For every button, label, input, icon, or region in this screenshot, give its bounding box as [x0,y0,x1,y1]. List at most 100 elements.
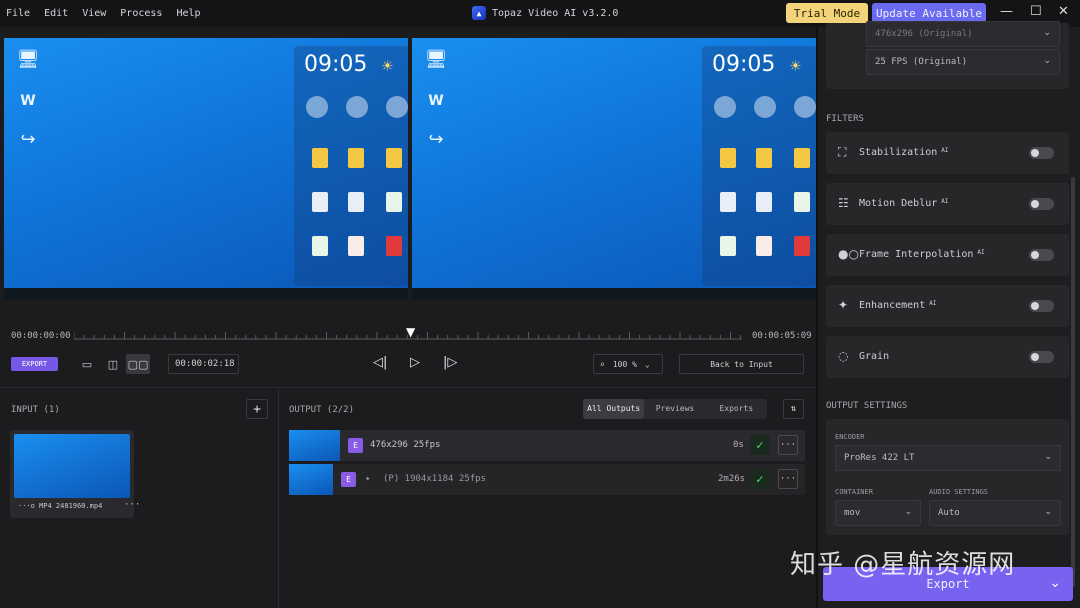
widget-bubble [386,96,408,118]
more-options-icon[interactable]: ··· [124,500,140,510]
menu-edit[interactable]: Edit [44,8,68,19]
ppt-file-icon [348,236,364,256]
menu-bar: File Edit View Process Help [0,8,215,19]
fps-value: 25 FPS (Original) [875,57,968,67]
filters-label: FILTERS [826,114,864,124]
menu-help[interactable]: Help [176,8,200,19]
filter-grain[interactable]: ◌ Grain [826,336,1069,378]
menu-file[interactable]: File [6,8,30,19]
this-pc-icon: 🖥 [424,48,448,70]
audio-dropdown[interactable]: Auto ⌄ [929,500,1061,526]
more-options-icon[interactable]: ··· [778,469,798,489]
folder-icon [348,148,364,168]
enhancement-sparkle-icon: ✦ [838,298,849,312]
widget-bubble [794,96,816,118]
taskbar [4,288,408,300]
trial-mode-button[interactable]: Trial Mode [786,3,868,23]
output-preview[interactable]: 🖥 W ↪ 09:05 ☀ [412,38,816,300]
this-pc-icon: 🖥 [16,48,40,70]
ppt-file-icon [756,236,772,256]
input-thumbnail [14,434,130,498]
zoom-icon: ⌕ [600,359,605,369]
ai-badge: AI [941,147,949,154]
prev-frame-icon[interactable]: ◁| [373,355,387,370]
export-badge: E [341,472,356,487]
update-available-button[interactable]: Update Available [872,3,986,23]
widget-bubble [754,96,776,118]
chevron-down-icon: ⌄ [1044,507,1052,517]
clock-text: 09:05 [712,52,776,77]
chevron-down-icon: ⌄ [644,359,650,369]
single-view-icon[interactable]: ▭ [75,354,99,374]
output-row[interactable]: E ✦ (P) 1904x1184 25fps 2m26s ✓ ··· [289,464,805,495]
folder-icon [756,148,772,168]
zoom-dropdown[interactable]: ⌕ 100 % ⌄ [593,354,663,374]
sheet-file-icon [794,192,810,212]
audio-value: Auto [938,508,960,518]
video-settings-box: 476x296 (Original) ⌄ 25 FPS (Original) ⌄ [826,21,1069,89]
stabilization-toggle[interactable] [1029,147,1054,159]
app-shortcut-icon: ↪ [20,128,36,150]
panel-scrollbar[interactable] [1071,177,1075,587]
container-dropdown[interactable]: mov ⌄ [835,500,921,526]
minimize-icon[interactable]: — [1000,4,1013,19]
output-tabs: All Outputs Previews Exports [583,399,767,419]
frame-interpolation-toggle[interactable] [1029,249,1054,261]
desktop-widget: 09:05 ☀ [702,46,816,286]
container-label: CONTAINER [835,488,873,496]
output-row[interactable]: E 476x296 25fps 0s ✓ ··· [289,430,805,461]
weather-icon: ☀ [382,56,393,77]
output-duration: 0s [733,440,744,450]
play-icon[interactable]: ▷ [410,355,420,370]
grain-toggle[interactable] [1029,351,1054,363]
filter-label: Stabilization [859,147,938,158]
desktop-widget: 09:05 ☀ [294,46,408,286]
side-by-side-view-icon[interactable]: ▢▢ [126,354,150,374]
settings-panel: 476x296 (Original) ⌄ 25 FPS (Original) ⌄… [818,21,1080,608]
back-to-input-button[interactable]: Back to Input [679,354,804,374]
resolution-dropdown[interactable]: 476x296 (Original) ⌄ [866,21,1060,47]
filter-motion-deblur[interactable]: ☷ Motion Deblur AI [826,183,1069,225]
input-file-card[interactable]: ···o MP4 2481960.mp4 ··· [10,430,140,518]
add-input-button[interactable]: + [246,399,268,419]
enhancement-toggle[interactable] [1029,300,1054,312]
output-settings-label: OUTPUT SETTINGS [826,401,908,411]
input-preview[interactable]: 🖥 W ↪ 09:05 ☀ [4,38,408,300]
output-thumbnail [289,464,333,495]
chevron-down-icon[interactable]: ⌄ [1049,575,1061,591]
output-duration: 2m26s [718,474,746,484]
encoder-value: ProRes 422 LT [844,453,915,463]
sheet-file-icon [720,236,736,256]
sort-icon[interactable]: ⇅ [783,399,804,419]
folder-icon [794,148,810,168]
fps-dropdown[interactable]: 25 FPS (Original) ⌄ [866,49,1060,75]
input-file-name: ···o MP4 2481960.mp4 [18,502,103,510]
current-time-field[interactable]: 00:00:02:18 [168,354,239,374]
next-frame-icon[interactable]: |▷ [443,355,457,370]
resolution-value: 476x296 (Original) [875,29,973,39]
filter-stabilization[interactable]: ⛶ Stabilization AI [826,132,1069,174]
ai-badge: AI [977,249,985,256]
timeline-start: 00:00:00:00 [11,331,71,341]
watermark: 知乎 @星航资源网 [790,550,1016,580]
tab-exports[interactable]: Exports [706,399,767,419]
app-shortcut-icon: ↪ [428,128,444,150]
filter-enhancement[interactable]: ✦ Enhancement AI [826,285,1069,327]
menu-view[interactable]: View [82,8,106,19]
maximize-icon[interactable]: ☐ [1030,4,1042,19]
close-icon[interactable]: ✕ [1058,4,1069,19]
taskbar [412,288,816,300]
tab-previews[interactable]: Previews [644,399,705,419]
export-small-button[interactable]: EXPORT [11,357,58,371]
filter-label: Frame Interpolation [859,249,974,260]
topaz-logo-icon: ▲ [472,6,486,20]
encoder-dropdown[interactable]: ProRes 422 LT ⌄ [835,445,1061,471]
split-view-icon[interactable]: ◫ [101,354,125,374]
menu-process[interactable]: Process [120,8,162,19]
tab-all-outputs[interactable]: All Outputs [583,399,645,419]
more-options-icon[interactable]: ··· [778,435,798,455]
filter-frame-interpolation[interactable]: ●○ Frame Interpolation AI [826,234,1069,276]
grain-icon: ◌ [838,349,849,363]
playhead-marker[interactable]: ▼ [406,325,415,339]
motion-deblur-toggle[interactable] [1029,198,1054,210]
